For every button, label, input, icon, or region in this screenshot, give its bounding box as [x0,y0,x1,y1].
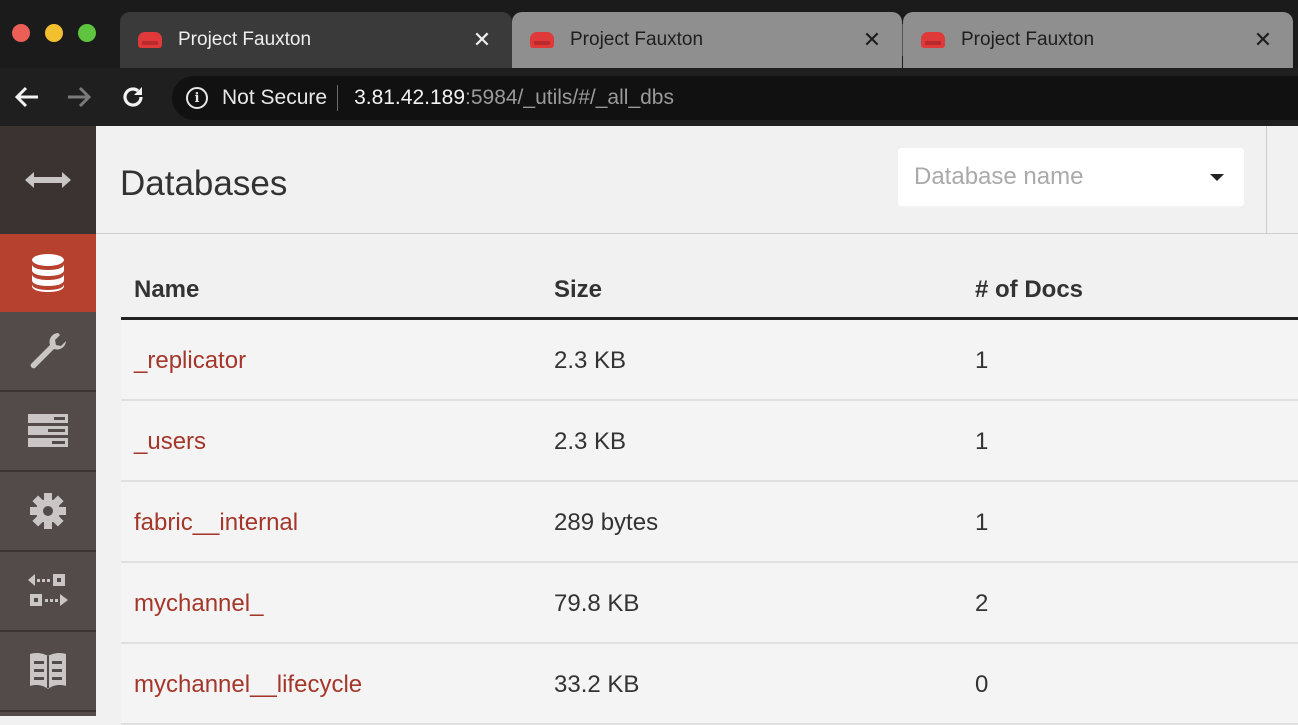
column-header-size[interactable]: Size [554,276,602,304]
database-doc-count: 1 [975,509,989,536]
tab-title: Project Fauxton [961,29,1095,50]
browser-tab-1[interactable]: Project Fauxton ✕ [120,12,512,68]
table-row: mychannel_ 79.8 KB 2 [121,563,1298,644]
url-host: 3.81.42.189 [354,86,465,109]
database-link[interactable]: _users [134,428,206,456]
database-doc-count: 0 [975,671,989,698]
table-header: Name Size # of Docs [121,234,1298,320]
database-doc-count: 2 [975,590,989,617]
table-row: mychannel__lifecycle 33.2 KB 0 [121,644,1298,725]
close-tab-icon[interactable]: ✕ [470,27,494,53]
database-name-select[interactable]: Database name [898,148,1244,206]
page-header: Databases Database name [96,126,1298,234]
header-divider [1266,126,1267,234]
sidebar [0,126,96,716]
sidebar-item-databases[interactable] [0,234,96,312]
column-header-docs[interactable]: # of Docs [975,276,1083,304]
table-row: fabric__internal 289 bytes 1 [121,482,1298,563]
arrow-left-icon [14,86,38,108]
sidebar-item-documentation[interactable] [0,632,96,712]
database-link[interactable]: mychannel__lifecycle [134,671,362,699]
replication-icon [28,574,68,606]
database-size: 79.8 KB [554,590,640,617]
column-header-name[interactable]: Name [134,276,199,304]
main-content: Databases Database name Name Size # of D… [96,126,1298,725]
database-link[interactable]: fabric__internal [134,509,298,537]
sidebar-toggle-button[interactable] [0,126,96,234]
database-link[interactable]: mychannel_ [134,590,263,618]
browser-toolbar: i Not Secure 3.81.42.189 :5984/_utils/#/… [0,68,1298,126]
databases-table: Name Size # of Docs _replicator 2.3 KB 1… [121,234,1298,725]
sidebar-item-active-tasks[interactable] [0,392,96,472]
sidebar-item-setup[interactable] [0,312,96,392]
couchdb-favicon-icon [138,32,162,48]
table-row: _users 2.3 KB 1 [121,401,1298,482]
tab-title: Project Fauxton [570,29,704,50]
browser-tab-3[interactable]: Project Fauxton ✕ [903,12,1293,68]
database-size: 33.2 KB [554,671,640,698]
caret-down-icon [1210,173,1224,181]
minimize-window-button[interactable] [45,24,63,42]
reload-button[interactable] [118,82,148,112]
url-path: :5984/_utils/#/_all_dbs [465,86,674,109]
forward-button[interactable] [64,82,94,112]
browser-titlebar: Project Fauxton ✕ Project Fauxton ✕ Proj… [0,0,1298,68]
reload-icon [123,87,143,107]
sidebar-item-replication[interactable] [0,552,96,632]
close-tab-icon[interactable]: ✕ [860,27,884,53]
security-indicator[interactable]: Not Secure [222,86,327,110]
tab-title: Project Fauxton [178,29,312,50]
book-icon [30,652,66,689]
page-title: Databases [120,164,288,203]
database-link[interactable]: _replicator [134,347,246,375]
table-row: _replicator 2.3 KB 1 [121,320,1298,401]
close-window-button[interactable] [12,24,30,42]
database-size: 289 bytes [554,509,659,536]
gear-icon [30,493,66,529]
database-size: 2.3 KB [554,347,627,374]
database-doc-count: 1 [975,428,989,455]
wrench-icon [30,333,66,369]
double-arrow-icon [25,172,71,188]
address-bar[interactable]: i Not Secure 3.81.42.189 :5984/_utils/#/… [172,76,1298,120]
couchdb-favicon-icon [921,32,945,48]
browser-tab-2[interactable]: Project Fauxton ✕ [512,12,902,68]
arrow-right-icon [68,86,92,108]
database-name-placeholder: Database name [914,163,1084,190]
couchdb-favicon-icon [530,32,554,48]
omnibox-divider [337,85,339,111]
database-doc-count: 1 [975,347,989,374]
info-icon[interactable]: i [186,87,208,109]
maximize-window-button[interactable] [78,24,96,42]
back-button[interactable] [12,82,42,112]
database-icon [32,254,64,292]
sidebar-item-configuration[interactable] [0,472,96,552]
close-tab-icon[interactable]: ✕ [1251,27,1275,53]
database-size: 2.3 KB [554,428,627,455]
server-list-icon [28,414,68,447]
